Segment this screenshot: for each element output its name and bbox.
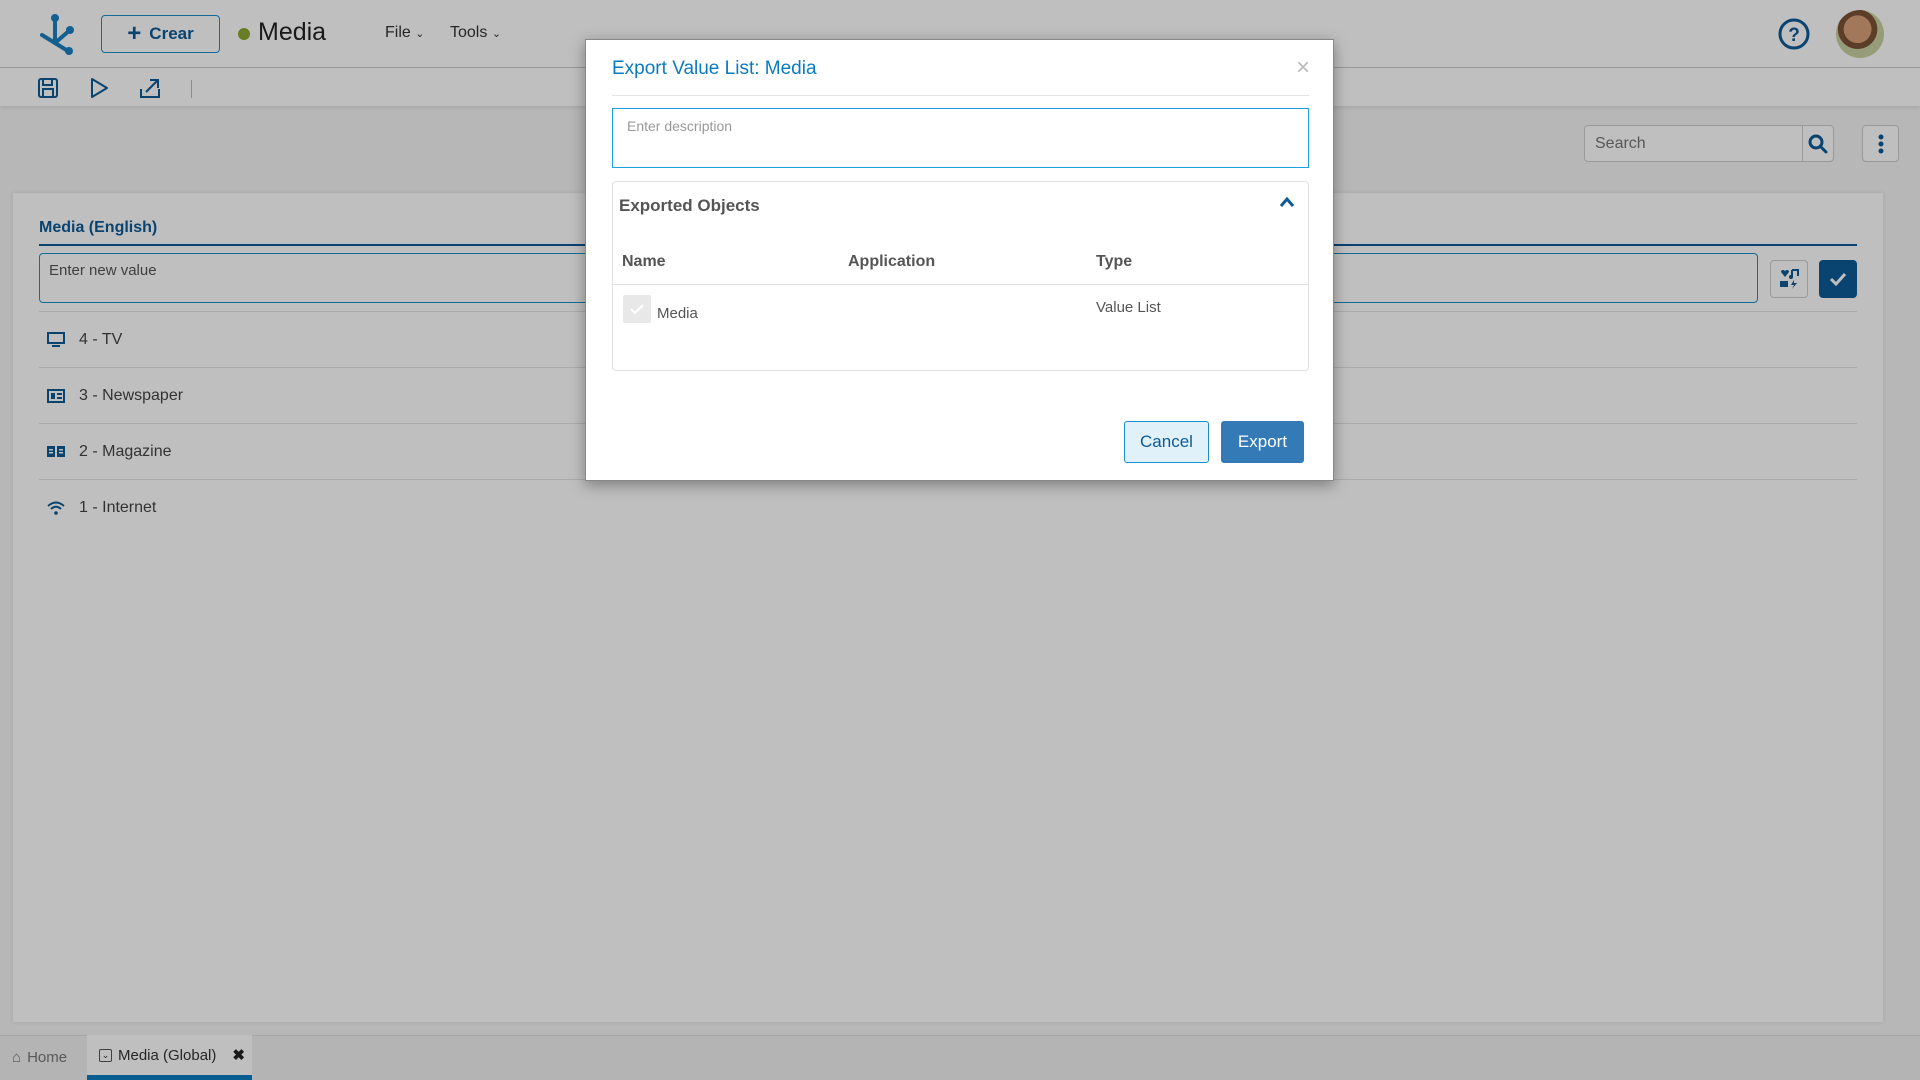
row-checkbox[interactable] [623,295,651,323]
cancel-button[interactable]: Cancel [1124,421,1209,463]
section-title: Exported Objects [619,196,760,215]
column-header-application[interactable]: Application [848,253,935,271]
export-button[interactable]: Export [1221,421,1304,463]
divider [612,95,1309,96]
column-header-type[interactable]: Type [1096,253,1132,271]
divider [613,284,1308,285]
check-icon [630,303,644,314]
column-header-name[interactable]: Name [622,253,666,271]
row-type: Value List [1096,299,1161,316]
description-input[interactable] [612,108,1309,168]
export-dialog: Export Value List: Media × Exported Obje… [585,39,1334,481]
chevron-up-icon[interactable] [1279,196,1295,208]
exported-objects-section: Exported Objects Name Application Type M… [612,181,1309,371]
row-name: Media [657,305,698,322]
dialog-title: Export Value List: Media [612,58,817,79]
close-icon[interactable]: × [1296,54,1310,82]
